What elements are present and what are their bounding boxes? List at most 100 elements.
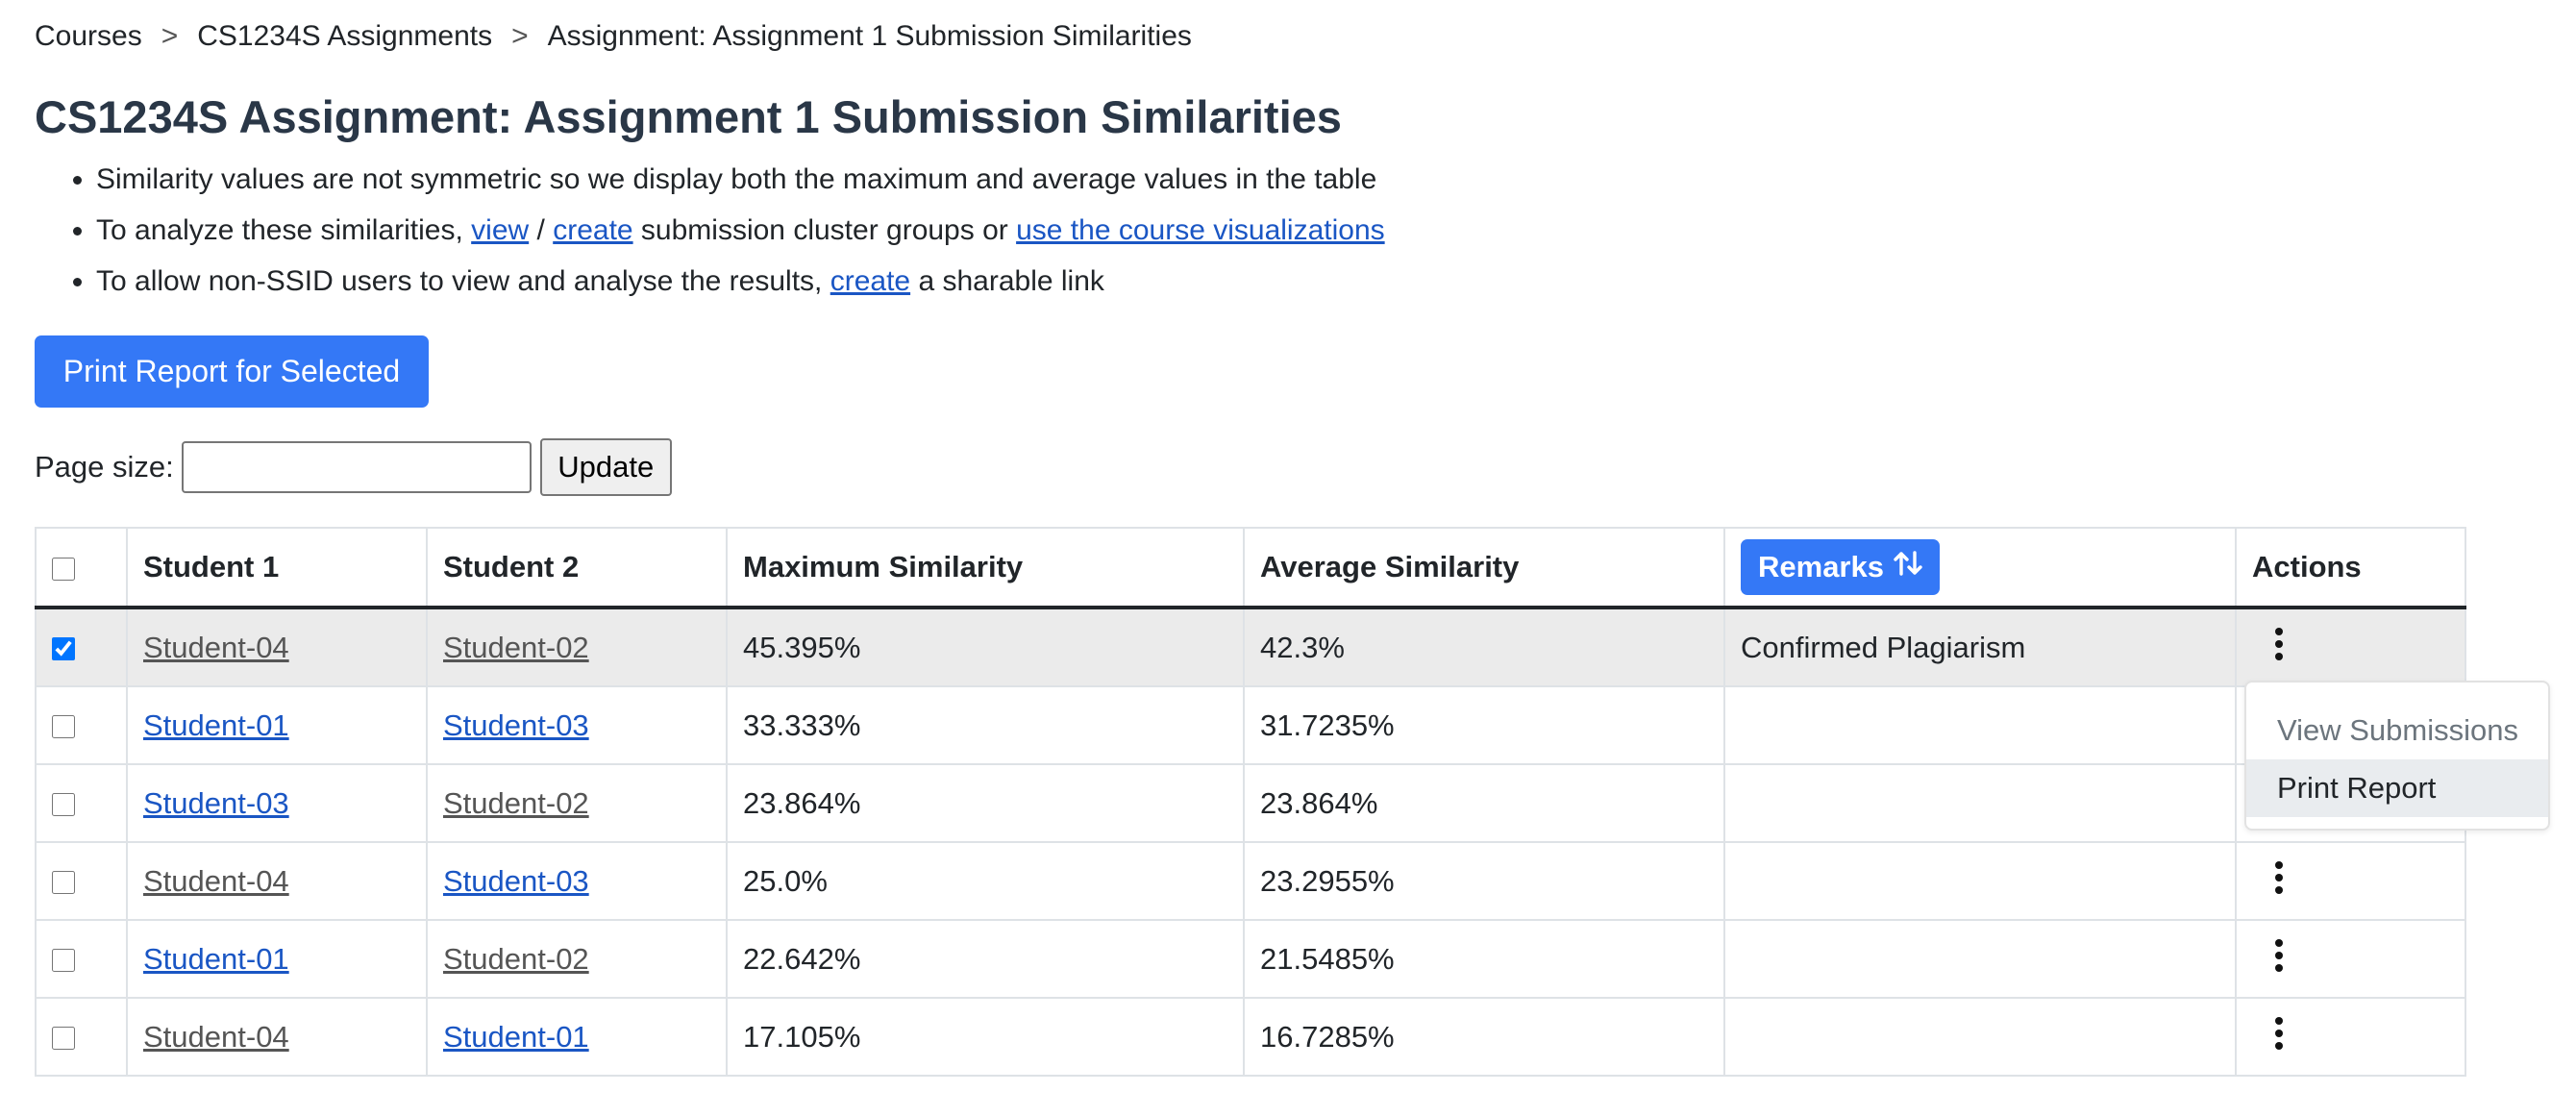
print-report-selected-button[interactable]: Print Report for Selected bbox=[35, 335, 429, 408]
column-header-max-similarity[interactable]: Maximum Similarity bbox=[726, 527, 1245, 609]
info-text: submission cluster groups or bbox=[632, 214, 1017, 246]
max-similarity-cell: 22.642% bbox=[726, 919, 1245, 999]
remarks-cell bbox=[1723, 763, 2237, 843]
info-text: Similarity values are not symmetric so w… bbox=[96, 163, 1377, 195]
avg-similarity-cell: 23.2955% bbox=[1243, 841, 1725, 921]
max-similarity-cell: 25.0% bbox=[726, 841, 1245, 921]
breadcrumb-assignments[interactable]: CS1234S Assignments bbox=[197, 20, 492, 52]
avg-similarity-cell: 42.3% bbox=[1243, 607, 1725, 687]
student-1-link[interactable]: Student-01 bbox=[143, 942, 289, 976]
breadcrumb-courses[interactable]: Courses bbox=[35, 20, 142, 52]
student-2-cell: Student-03 bbox=[426, 685, 728, 765]
student-1-link[interactable]: Student-04 bbox=[143, 1020, 289, 1054]
view-cluster-groups-link[interactable]: view bbox=[471, 214, 529, 246]
student-1-link[interactable]: Student-03 bbox=[143, 786, 289, 820]
select-all-cell bbox=[35, 527, 128, 609]
course-visualizations-link[interactable]: use the course visualizations bbox=[1016, 214, 1385, 246]
kebab-menu-icon[interactable] bbox=[2273, 938, 2285, 973]
max-similarity-cell: 23.864% bbox=[726, 763, 1245, 843]
avg-similarity-cell: 16.7285% bbox=[1243, 997, 1725, 1077]
row-select-cell bbox=[35, 919, 128, 999]
max-similarity-cell: 17.105% bbox=[726, 997, 1245, 1077]
student-1-link[interactable]: Student-01 bbox=[143, 708, 289, 742]
student-2-link[interactable]: Student-01 bbox=[443, 1020, 589, 1054]
actions-cell bbox=[2235, 607, 2466, 687]
row-select-cell bbox=[35, 607, 128, 687]
remarks-sort-label: Remarks bbox=[1758, 550, 1884, 583]
kebab-menu-icon[interactable] bbox=[2273, 627, 2285, 661]
page-title: CS1234S Assignment: Assignment 1 Submiss… bbox=[35, 91, 1342, 142]
create-cluster-groups-link[interactable]: create bbox=[553, 214, 632, 246]
row-checkbox[interactable] bbox=[52, 793, 75, 817]
breadcrumb-current: Assignment: Assignment 1 Submission Simi… bbox=[547, 20, 1192, 52]
remarks-sort-button[interactable]: Remarks bbox=[1741, 539, 1940, 595]
info-item-share: To allow non-SSID users to view and anal… bbox=[96, 256, 1385, 307]
sort-arrows-icon bbox=[1894, 550, 1922, 584]
column-header-student-2[interactable]: Student 2 bbox=[426, 527, 728, 609]
remarks-cell bbox=[1723, 685, 2237, 765]
update-button[interactable]: Update bbox=[539, 438, 672, 496]
view-submissions-menu-item[interactable]: View Submissions bbox=[2246, 702, 2548, 759]
column-header-avg-similarity[interactable]: Average Similarity bbox=[1243, 527, 1725, 609]
remarks-cell: Confirmed Plagiarism bbox=[1723, 607, 2237, 687]
select-all-checkbox[interactable] bbox=[52, 557, 75, 581]
remarks-cell bbox=[1723, 997, 2237, 1077]
table-row: Student-03 Student-02 23.864% 23.864% bbox=[35, 763, 2466, 843]
row-select-cell bbox=[35, 841, 128, 921]
row-select-cell bbox=[35, 997, 128, 1077]
student-1-link[interactable]: Student-04 bbox=[143, 631, 289, 664]
create-sharable-link[interactable]: create bbox=[830, 265, 910, 297]
row-checkbox[interactable] bbox=[52, 949, 75, 973]
student-1-cell: Student-04 bbox=[126, 841, 428, 921]
student-1-cell: Student-04 bbox=[126, 997, 428, 1077]
column-header-student-1[interactable]: Student 1 bbox=[126, 527, 428, 609]
student-1-cell: Student-03 bbox=[126, 763, 428, 843]
table-row: Student-01 Student-03 33.333% 31.7235% bbox=[35, 685, 2466, 765]
kebab-menu-icon[interactable] bbox=[2273, 1016, 2285, 1051]
student-2-cell: Student-02 bbox=[426, 763, 728, 843]
kebab-menu-icon[interactable] bbox=[2273, 860, 2285, 895]
info-text: / bbox=[529, 214, 554, 246]
avg-similarity-cell: 21.5485% bbox=[1243, 919, 1725, 999]
student-2-link[interactable]: Student-03 bbox=[443, 708, 589, 742]
avg-similarity-cell: 31.7235% bbox=[1243, 685, 1725, 765]
info-item-analyze: To analyze these similarities, view / cr… bbox=[96, 205, 1385, 256]
info-list: Similarity values are not symmetric so w… bbox=[35, 154, 1385, 307]
row-select-cell bbox=[35, 685, 128, 765]
remarks-cell bbox=[1723, 919, 2237, 999]
row-checkbox[interactable] bbox=[52, 715, 75, 739]
row-select-cell bbox=[35, 763, 128, 843]
student-2-link[interactable]: Student-02 bbox=[443, 942, 589, 976]
info-item-symmetry: Similarity values are not symmetric so w… bbox=[96, 154, 1385, 205]
actions-cell bbox=[2235, 919, 2466, 999]
row-checkbox[interactable] bbox=[52, 1027, 75, 1051]
table-row: Student-01 Student-02 22.642% 21.5485% bbox=[35, 919, 2466, 999]
row-checkbox[interactable] bbox=[52, 871, 75, 895]
breadcrumb-separator: > bbox=[511, 20, 529, 52]
student-2-cell: Student-02 bbox=[426, 607, 728, 687]
breadcrumb: Courses > CS1234S Assignments > Assignment: … bbox=[35, 17, 1192, 56]
row-checkbox[interactable] bbox=[52, 637, 75, 661]
print-report-menu-item[interactable]: Print Report bbox=[2246, 759, 2548, 817]
student-1-link[interactable]: Student-04 bbox=[143, 864, 289, 898]
avg-similarity-cell: 23.864% bbox=[1243, 763, 1725, 843]
student-1-cell: Student-04 bbox=[126, 607, 428, 687]
table-row: Student-04 Student-01 17.105% 16.7285% bbox=[35, 997, 2466, 1077]
info-text: a sharable link bbox=[910, 265, 1104, 297]
student-1-cell: Student-01 bbox=[126, 919, 428, 999]
remarks-cell bbox=[1723, 841, 2237, 921]
actions-cell bbox=[2235, 997, 2466, 1077]
student-2-link[interactable]: Student-02 bbox=[443, 631, 589, 664]
student-2-link[interactable]: Student-03 bbox=[443, 864, 589, 898]
page-size-input[interactable] bbox=[181, 441, 532, 493]
actions-cell bbox=[2235, 841, 2466, 921]
info-text: To analyze these similarities, bbox=[96, 214, 472, 246]
student-2-link[interactable]: Student-02 bbox=[443, 786, 589, 820]
info-text: To allow non-SSID users to view and anal… bbox=[96, 265, 830, 297]
table-header-row: Student 1 Student 2 Maximum Similarity A… bbox=[35, 527, 2466, 609]
column-header-remarks: Remarks bbox=[1723, 527, 2237, 609]
table-row: Student-04 Student-03 25.0% 23.2955% bbox=[35, 841, 2466, 921]
table-row: Student-04 Student-02 45.395% 42.3% Confirme… bbox=[35, 607, 2466, 687]
page-size-label: Page size: bbox=[35, 450, 174, 484]
page-size-form: Page size: Update bbox=[35, 438, 672, 496]
